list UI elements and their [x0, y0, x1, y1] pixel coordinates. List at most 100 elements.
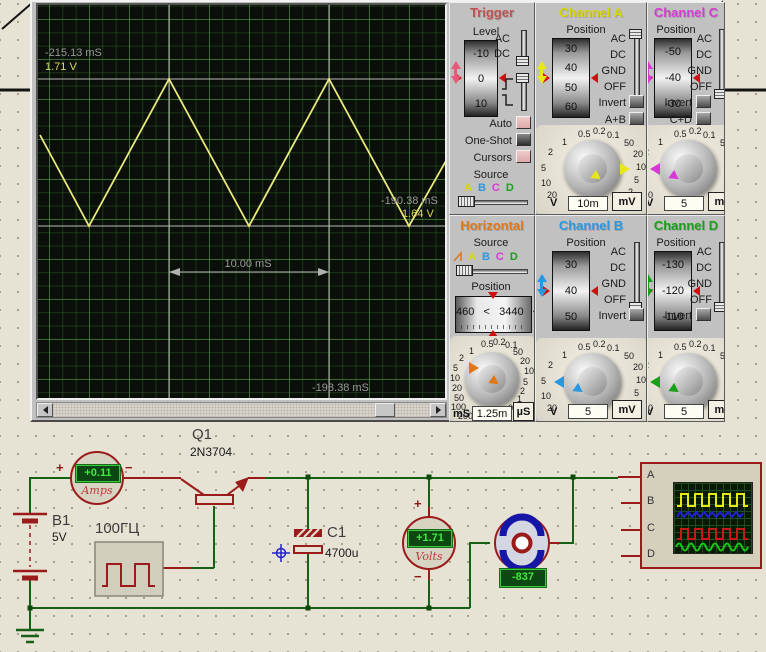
channel-c-adjust-arrows-icon[interactable]: [647, 61, 653, 84]
channel-a-value: 10m: [568, 196, 608, 211]
channel-b-coupling-slider[interactable]: [629, 242, 642, 312]
channel-a-coupling-labels: ACDCGNDOFF: [596, 33, 626, 93]
channel-a-unit-right: mV: [612, 192, 642, 211]
channel-d-invert-label: Invert: [652, 310, 692, 322]
scale-value: DC: [696, 49, 712, 61]
scale-value: AC: [611, 33, 626, 45]
channel-b-knob-area: 0.50.20.1 1251020 50201052 V 5 mV: [536, 338, 647, 421]
scale-value: D: [510, 251, 518, 263]
scale-value: 0.5: [578, 342, 591, 352]
scale-value: 0.1: [607, 343, 620, 353]
channel-d-adjust-arrows-icon[interactable]: [647, 274, 653, 297]
generator-label: 100ГЦ: [95, 520, 139, 537]
scale-value: 0.5: [578, 129, 591, 139]
channel-b-value: 5: [568, 404, 608, 419]
channel-d-coupling-slider[interactable]: [714, 242, 725, 312]
scale-value: 0.5: [674, 129, 687, 139]
channel-a-invert-button[interactable]: [629, 95, 644, 108]
scale-value: 10: [450, 373, 460, 383]
scale-value: 10: [636, 375, 646, 385]
scale-value: 0.2: [689, 339, 702, 349]
scale-value: C: [492, 182, 500, 194]
encoder-symbol[interactable]: [495, 516, 549, 570]
transistor-symbol[interactable]: [181, 477, 249, 504]
scale-value: DC: [610, 49, 626, 61]
scale-value: D: [506, 182, 514, 194]
battery-value: 5V: [52, 530, 67, 544]
scale-value: GND: [602, 65, 626, 77]
channel-a-gain-knob[interactable]: [564, 140, 621, 197]
channel-b-coupling-labels: ACDCGNDOFF: [596, 246, 626, 306]
channel-a-adjust-arrows-icon[interactable]: [536, 61, 547, 84]
scale-value: 0.5: [674, 342, 687, 352]
channel-c-unit-left: V: [647, 197, 653, 209]
scale-value: 20: [633, 149, 643, 159]
channel-c-coupling-slider[interactable]: [714, 29, 725, 99]
scale-value: 0.2: [593, 126, 606, 136]
trigger-coupling-slider[interactable]: [516, 30, 529, 66]
scale-value: GND: [688, 65, 712, 77]
channel-a-sum-button[interactable]: [629, 112, 644, 125]
channel-c-invert-button[interactable]: [696, 95, 711, 108]
one-shot-button[interactable]: [516, 133, 531, 146]
transistor-value: 2N3704: [190, 445, 232, 459]
cursor1-volts: 1.71 V: [45, 61, 77, 73]
channel-c-unit-right: mV: [708, 192, 725, 211]
channel-a-title: Channel A: [536, 4, 646, 21]
scale-value: 20: [452, 383, 462, 393]
ground-symbol[interactable]: [16, 630, 44, 642]
scale-value: AC: [697, 33, 712, 45]
scale-value: 0: [478, 74, 484, 84]
scale-value: 60: [565, 102, 577, 112]
scale-value: 0.2: [593, 339, 606, 349]
capacitor-symbol[interactable]: [294, 529, 322, 553]
channel-b-unit-right: mV: [612, 400, 642, 419]
channel-a-unit-left: V: [550, 197, 557, 209]
scale-value: 50: [624, 138, 634, 148]
timebase-unit-right: µS: [513, 402, 534, 421]
terminal-a-label: A: [647, 469, 654, 481]
auto-button[interactable]: [516, 116, 531, 129]
trigger-source-slider[interactable]: [458, 196, 528, 208]
channel-d-knob-area: 0.50.20.1 1251020 50201052 V 5 mV: [647, 338, 725, 421]
scale-value: -10: [473, 49, 489, 59]
trigger-edge-slider[interactable]: [516, 73, 529, 111]
channel-a-pointer-icon: [620, 163, 630, 175]
display-scrollbar[interactable]: [36, 402, 447, 418]
scale-value: 20: [520, 356, 530, 366]
scope-display[interactable]: -215.13 mS 1.71 V -190.38 mS 1.64 V 10.0…: [36, 3, 447, 400]
channel-c-gain-knob[interactable]: [660, 140, 717, 197]
battery-symbol[interactable]: [13, 514, 47, 578]
channel-b-adjust-arrows-icon[interactable]: [536, 274, 547, 297]
measure-arrow-right: [318, 268, 329, 276]
horizontal-position-display[interactable]: 460 < 3440 <: [455, 296, 532, 333]
background-wire-diagonal: [2, 3, 32, 29]
scroll-left-button[interactable]: [37, 403, 53, 417]
horizontal-source-slider[interactable]: [456, 265, 528, 277]
horizontal-source-label: Source: [468, 237, 514, 249]
terminal-c-label: C: [647, 522, 655, 534]
scale-value: 10: [475, 99, 487, 109]
trigger-dc-label: DC: [490, 48, 510, 60]
ammeter-readout: +0.11: [76, 465, 120, 482]
generator-symbol[interactable]: [95, 542, 163, 596]
channel-c-coupling-labels: ACDCGNDOFF: [686, 33, 712, 93]
channel-c-panel: Channel C Position -50-40-30 ACDCGNDOFF …: [647, 2, 725, 215]
scale-value: 5: [453, 363, 458, 373]
channel-c-sum-button[interactable]: [696, 112, 711, 125]
channel-b-invert-button[interactable]: [629, 308, 644, 321]
channel-c-invert-label: Invert: [652, 97, 692, 109]
scale-value: 2: [724, 400, 725, 410]
scale-value: B: [482, 251, 490, 263]
channel-a-coupling-slider[interactable]: [629, 29, 642, 99]
cursors-button[interactable]: [516, 150, 531, 163]
channel-d-invert-button[interactable]: [696, 308, 711, 321]
scrollbar-thumb[interactable]: [375, 403, 395, 417]
scale-value: 20: [633, 362, 643, 372]
scroll-right-button[interactable]: [430, 403, 446, 417]
capacitor-value: 4700u: [325, 546, 358, 560]
encoder-readout: -837: [500, 569, 546, 587]
timebase-knob-area: 0.50.20.1 125102050100200 5020105210.5 m…: [450, 336, 535, 422]
delta-time: 10.00 mS: [198, 258, 298, 270]
trigger-adjust-arrows-icon[interactable]: [450, 61, 461, 84]
